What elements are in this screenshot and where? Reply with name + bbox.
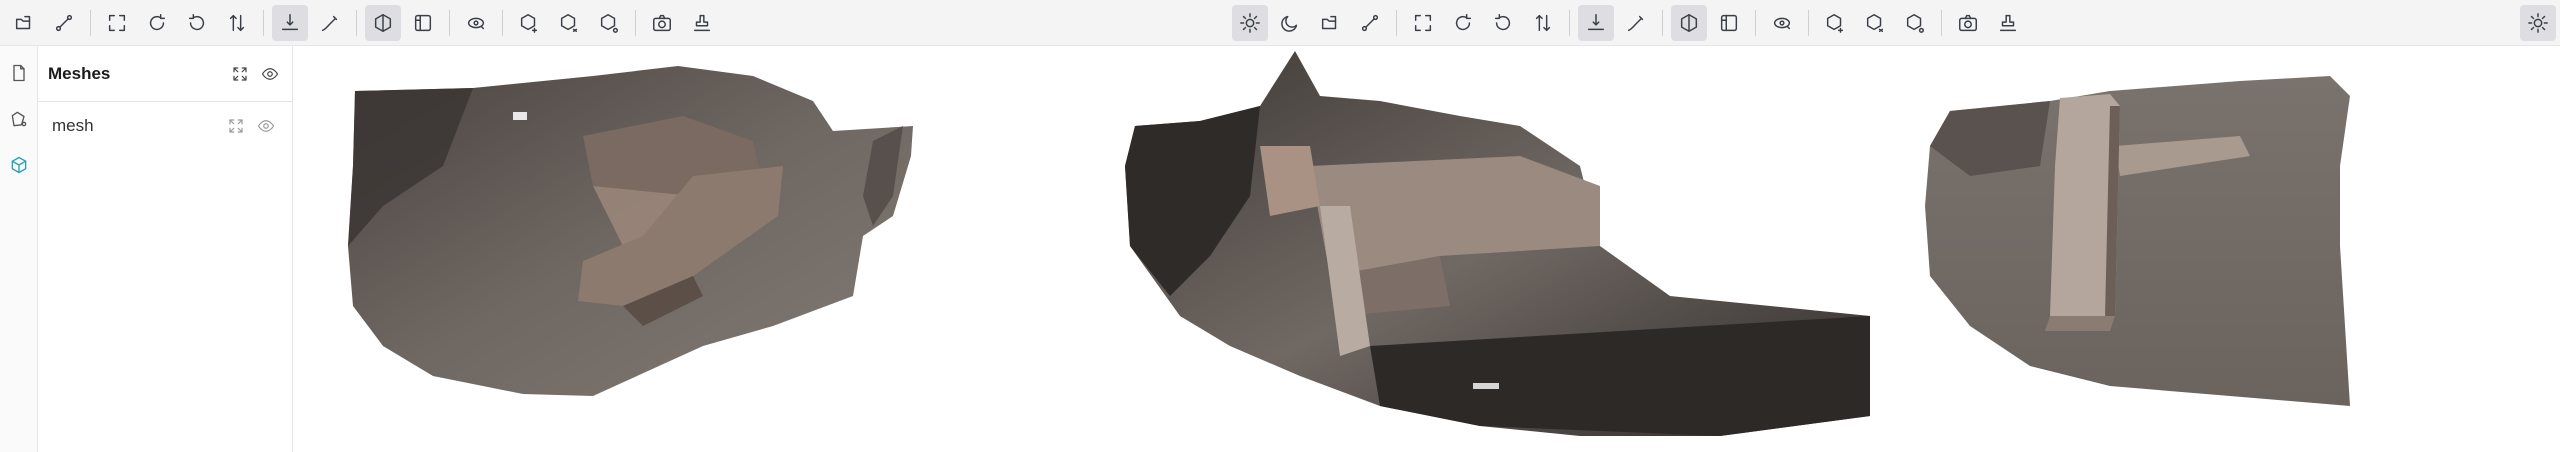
- screenshot-icon[interactable]: [1950, 5, 1986, 41]
- viewport-3[interactable]: [1910, 46, 2560, 452]
- visibility-icon[interactable]: [254, 114, 278, 138]
- import-icon[interactable]: [6, 5, 42, 41]
- rotate-x-icon[interactable]: [1445, 5, 1481, 41]
- visibility-all-icon[interactable]: [258, 62, 282, 86]
- viewport-1[interactable]: [293, 46, 1080, 452]
- draw-icon[interactable]: [312, 5, 348, 41]
- sun-icon[interactable]: [2520, 4, 2556, 41]
- fit-view-icon[interactable]: [99, 5, 135, 41]
- camera-orbit-icon[interactable]: [458, 5, 494, 41]
- mesh-render-2: [1125, 51, 1870, 436]
- mesh-render-3: [1925, 76, 2350, 406]
- flip-icon[interactable]: [1525, 5, 1561, 41]
- shading-icon[interactable]: [365, 4, 401, 41]
- add-object-more-icon[interactable]: [1897, 5, 1933, 41]
- add-object-alt-icon[interactable]: [1857, 5, 1893, 41]
- measure-icon[interactable]: [46, 5, 82, 41]
- meshes-panel: Meshes mesh: [38, 46, 293, 452]
- measure-icon[interactable]: [1352, 5, 1388, 41]
- file-icon[interactable]: [0, 54, 38, 92]
- fit-view-icon[interactable]: [1405, 5, 1441, 41]
- expand-all-icon[interactable]: [228, 62, 252, 86]
- panel-title: Meshes: [48, 63, 111, 83]
- mesh-render-1: [348, 66, 913, 396]
- sun-icon[interactable]: [1232, 4, 1268, 41]
- shading-icon[interactable]: [1671, 4, 1707, 41]
- add-object-icon[interactable]: [1817, 5, 1853, 41]
- ortho-icon[interactable]: [405, 5, 441, 41]
- meshes-panel-header: Meshes: [38, 46, 292, 102]
- moon-icon[interactable]: [1272, 5, 1308, 41]
- viewport-2[interactable]: [1080, 46, 1910, 452]
- ground-icon[interactable]: [272, 4, 308, 41]
- side-rail: [0, 46, 38, 452]
- screenshot-icon[interactable]: [644, 5, 680, 41]
- draw-icon[interactable]: [1618, 5, 1654, 41]
- add-object-alt-icon[interactable]: [551, 5, 587, 41]
- camera-orbit-icon[interactable]: [1764, 5, 1800, 41]
- shapes-icon[interactable]: [0, 100, 38, 138]
- expand-icon[interactable]: [224, 114, 248, 138]
- toolbar-middle: [1230, 0, 2520, 46]
- ground-icon[interactable]: [1578, 4, 1614, 41]
- mesh-item-label: mesh: [52, 116, 94, 135]
- toolbar-right: [2520, 0, 2560, 46]
- import-icon[interactable]: [1312, 5, 1348, 41]
- list-item[interactable]: mesh: [38, 102, 292, 150]
- flip-icon[interactable]: [219, 5, 255, 41]
- ortho-icon[interactable]: [1711, 5, 1747, 41]
- add-object-more-icon[interactable]: [591, 5, 627, 41]
- rotate-y-icon[interactable]: [179, 5, 215, 41]
- stamp-icon[interactable]: [1990, 5, 2026, 41]
- stamp-icon[interactable]: [684, 5, 720, 41]
- rotate-y-icon[interactable]: [1485, 5, 1521, 41]
- cube-icon[interactable]: [0, 146, 38, 184]
- rotate-x-icon[interactable]: [139, 5, 175, 41]
- toolbar-left: [0, 0, 1230, 46]
- add-object-icon[interactable]: [511, 5, 547, 41]
